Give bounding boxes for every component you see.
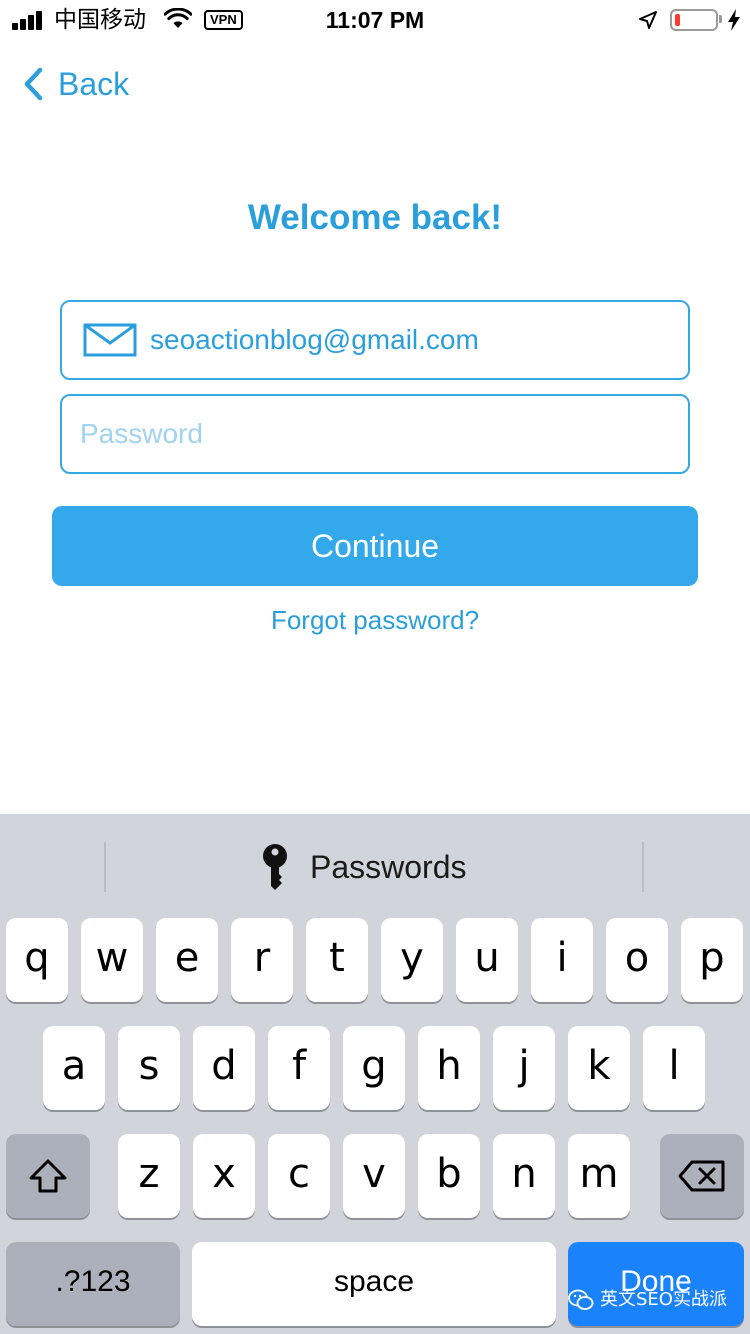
password-input[interactable]	[80, 414, 660, 454]
suggestion-divider	[642, 842, 644, 892]
key-x[interactable]: x	[193, 1134, 255, 1218]
delete-key[interactable]	[660, 1134, 744, 1218]
key-j[interactable]: j	[493, 1026, 555, 1110]
key-o[interactable]: o	[606, 918, 668, 1002]
key-c[interactable]: c	[268, 1134, 330, 1218]
continue-button[interactable]: Continue	[52, 506, 698, 586]
key-f[interactable]: f	[268, 1026, 330, 1110]
location-arrow-icon	[639, 11, 657, 29]
key-p[interactable]: p	[681, 918, 743, 1002]
key-d[interactable]: d	[193, 1026, 255, 1110]
shift-key[interactable]	[6, 1134, 90, 1218]
page-title: Welcome back!	[247, 198, 503, 237]
wechat-icon	[568, 1289, 594, 1310]
key-b[interactable]: b	[418, 1134, 480, 1218]
key-n[interactable]: n	[493, 1134, 555, 1218]
mail-icon	[83, 323, 137, 357]
back-label: Back	[58, 66, 130, 102]
key-l[interactable]: l	[643, 1026, 705, 1110]
done-key[interactable]: Done	[568, 1242, 744, 1326]
key-z[interactable]: z	[118, 1134, 180, 1218]
key-k[interactable]: k	[568, 1026, 630, 1110]
key-i[interactable]: i	[531, 918, 593, 1002]
email-field[interactable]	[60, 300, 690, 380]
battery-icon	[670, 9, 718, 31]
key-v[interactable]: v	[343, 1134, 405, 1218]
key-m[interactable]: m	[568, 1134, 630, 1218]
password-field[interactable]	[60, 394, 690, 474]
key-icon	[263, 844, 287, 890]
key-q[interactable]: q	[6, 918, 68, 1002]
battery-level	[675, 14, 680, 26]
shift-icon	[29, 1159, 67, 1193]
key-r[interactable]: r	[231, 918, 293, 1002]
key-h[interactable]: h	[418, 1026, 480, 1110]
key-g[interactable]: g	[343, 1026, 405, 1110]
email-input[interactable]	[150, 320, 670, 360]
key-e[interactable]: e	[156, 918, 218, 1002]
keyboard-suggestion-bar: Passwords	[0, 814, 750, 914]
keyboard: Passwords qwertyuiop asdfghjkl zxcvbnm .?1…	[0, 814, 750, 1334]
back-button[interactable]: Back	[22, 62, 129, 106]
suggestion-divider	[104, 842, 106, 892]
forgot-password-link[interactable]: Forgot password?	[0, 602, 750, 638]
charging-bolt-icon	[728, 9, 740, 31]
key-u[interactable]: u	[456, 918, 518, 1002]
key-t[interactable]: t	[306, 918, 368, 1002]
status-bar: 中国移动 VPN 11:07 PM	[0, 0, 750, 40]
numbers-key[interactable]: .?123	[6, 1242, 180, 1326]
key-s[interactable]: s	[118, 1026, 180, 1110]
space-key[interactable]: space	[192, 1242, 556, 1326]
passwords-label: Passwords	[310, 849, 467, 885]
key-y[interactable]: y	[381, 918, 443, 1002]
watermark: 英文SEO实战派	[568, 1288, 727, 1312]
battery-nub	[719, 15, 722, 23]
passwords-suggestion[interactable]: Passwords	[260, 842, 467, 892]
key-w[interactable]: w	[81, 918, 143, 1002]
backspace-icon	[678, 1160, 725, 1192]
key-a[interactable]: a	[43, 1026, 105, 1110]
watermark-text: 英文SEO实战派	[600, 1289, 727, 1310]
chevron-left-icon	[24, 67, 43, 101]
